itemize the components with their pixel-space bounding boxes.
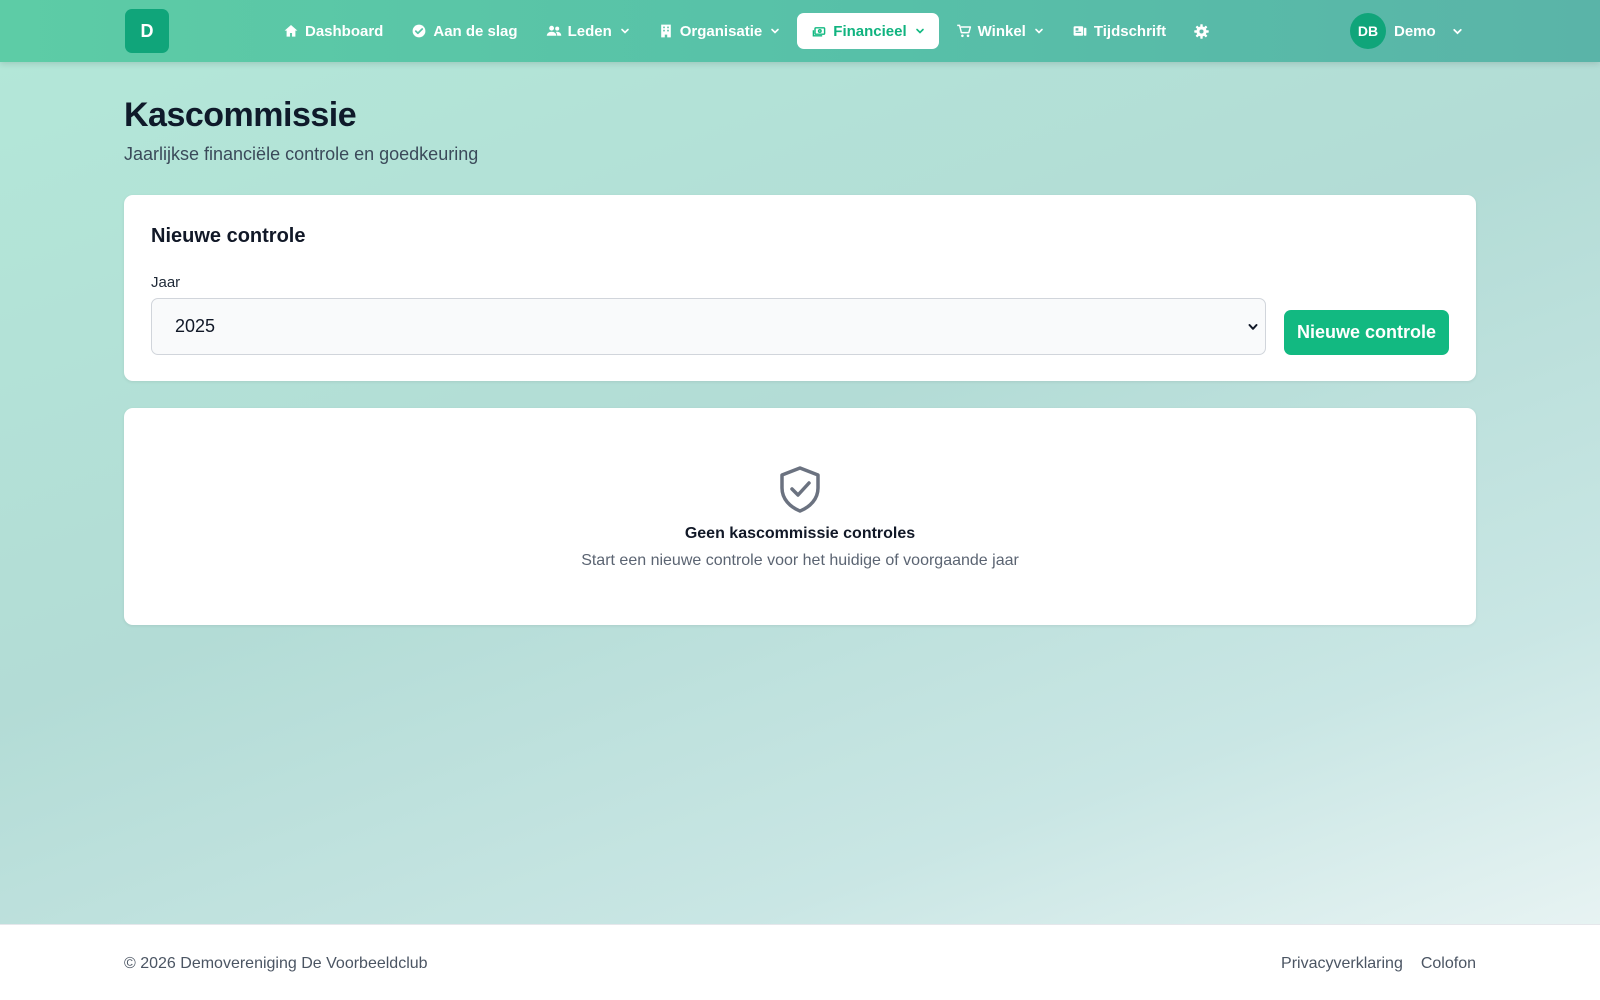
nav-item-financieel[interactable]: Financieel bbox=[797, 13, 939, 49]
nav-item-organisatie[interactable]: Organisatie bbox=[647, 13, 792, 49]
year-select-value: 2025 bbox=[175, 316, 216, 336]
chevron-down-icon bbox=[915, 28, 924, 34]
new-check-card: Nieuwe controle Jaar 2025 Nieuwe control… bbox=[124, 195, 1476, 381]
user-name: Demo bbox=[1394, 22, 1436, 40]
nav-item-aan-de-slag[interactable]: Aan de slag bbox=[400, 13, 528, 49]
user-menu[interactable]: DB Demo bbox=[1350, 13, 1463, 49]
empty-state-description: Start een nieuwe controle voor het huidi… bbox=[581, 552, 1019, 569]
app-logo[interactable]: D bbox=[125, 9, 169, 53]
avatar-initials: DB bbox=[1357, 23, 1379, 39]
nav-menu: Dashboard Aan de slag Leden Organisatie … bbox=[272, 13, 1220, 49]
nav-item-label: Leden bbox=[567, 22, 612, 40]
nav-item-leden[interactable]: Leden bbox=[535, 13, 641, 49]
chevron-down-icon bbox=[771, 28, 780, 34]
page-subtitle: Jaarlijkse financiële controle en goedke… bbox=[124, 144, 479, 164]
new-check-button[interactable]: Nieuwe controle bbox=[1284, 310, 1449, 355]
money-icon bbox=[812, 27, 826, 37]
nav-item-label: Tijdschrift bbox=[1093, 22, 1167, 40]
check-circle-icon bbox=[412, 24, 426, 38]
avatar: DB bbox=[1350, 13, 1386, 49]
building-icon bbox=[660, 24, 671, 38]
nav-item-label: Aan de slag bbox=[433, 22, 518, 40]
shield-check-icon bbox=[780, 466, 820, 513]
new-check-title: Nieuwe controle bbox=[151, 225, 306, 247]
chevron-down-icon bbox=[620, 28, 629, 34]
footer-copyright: © 2026 Demovereniging De Voorbeeldclub bbox=[124, 955, 428, 972]
top-navbar: D Dashboard Aan de slag Leden Organisati… bbox=[0, 0, 1600, 62]
page-footer: © 2026 Demovereniging De Voorbeeldclub P… bbox=[0, 924, 1600, 1000]
users-icon bbox=[546, 25, 561, 36]
home-icon bbox=[284, 25, 298, 37]
chevron-down-icon bbox=[1453, 28, 1462, 34]
gear-icon bbox=[1194, 23, 1209, 39]
page-title: Kascommissie bbox=[124, 96, 357, 134]
empty-state-card: Geen kascommissie controles Start een ni… bbox=[124, 408, 1476, 625]
footer-links: Privacyverklaring Colofon bbox=[1281, 955, 1476, 973]
magazine-icon bbox=[1073, 26, 1087, 36]
year-select[interactable]: 2025 bbox=[151, 298, 1266, 355]
nav-item-label: Financieel bbox=[833, 22, 907, 40]
nav-settings-button[interactable] bbox=[1183, 13, 1220, 49]
footer-link-privacy[interactable]: Privacyverklaring bbox=[1281, 955, 1403, 973]
year-label: Jaar bbox=[151, 274, 181, 291]
logo-letter: D bbox=[140, 20, 154, 41]
nav-item-tijdschrift[interactable]: Tijdschrift bbox=[1061, 13, 1177, 49]
nav-item-winkel[interactable]: Winkel bbox=[945, 13, 1055, 49]
chevron-down-icon bbox=[1248, 324, 1258, 330]
nav-item-dashboard[interactable]: Dashboard bbox=[272, 13, 394, 49]
cart-icon bbox=[956, 24, 971, 38]
chevron-down-icon bbox=[1035, 28, 1043, 34]
nav-item-label: Dashboard bbox=[305, 22, 384, 40]
nav-item-label: Organisatie bbox=[679, 22, 763, 40]
empty-state-title: Geen kascommissie controles bbox=[684, 525, 916, 542]
footer-link-colofon[interactable]: Colofon bbox=[1421, 955, 1476, 973]
nav-item-label: Winkel bbox=[977, 22, 1026, 40]
